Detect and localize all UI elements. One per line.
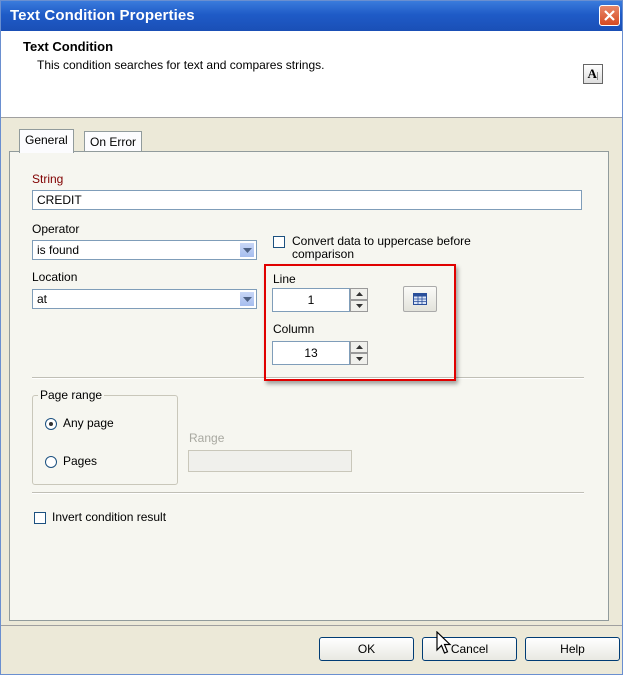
text-icon: A| — [583, 64, 603, 84]
location-value: at — [37, 292, 48, 306]
separator — [32, 492, 584, 494]
chevron-down-icon — [243, 248, 252, 253]
window-title: Text Condition Properties — [10, 7, 195, 24]
tab-general[interactable]: General — [19, 129, 74, 153]
chevron-down-icon — [243, 297, 252, 302]
pages-radio[interactable] — [45, 456, 57, 468]
any-page-radio[interactable] — [45, 418, 57, 430]
tab-on-error[interactable]: On Error — [84, 131, 143, 153]
location-dropdown-button[interactable] — [239, 291, 255, 307]
page-range-legend: Page range — [38, 388, 105, 402]
operator-dropdown-button[interactable] — [239, 242, 255, 258]
uppercase-label-line2: comparison — [292, 247, 355, 261]
ok-button[interactable]: OK — [319, 637, 414, 661]
close-button[interactable] — [599, 5, 620, 26]
footer-separator — [1, 625, 622, 626]
operator-label: Operator — [32, 222, 80, 236]
dialog-window: Text Condition Properties Text Condition… — [0, 0, 623, 675]
invert-checkbox[interactable] — [34, 512, 46, 524]
operator-value: is found — [37, 243, 80, 257]
invert-label: Invert condition result — [52, 510, 167, 524]
header-description: This condition searches for text and com… — [37, 58, 325, 72]
uppercase-label: Convert data to uppercase before compari… — [292, 235, 471, 261]
tab-panel-general: String CREDIT Operator is found Convert … — [9, 151, 609, 621]
uppercase-label-line1: Convert data to uppercase before — [292, 234, 471, 248]
mouse-cursor-icon — [436, 631, 452, 654]
close-icon — [604, 10, 615, 21]
help-button[interactable]: Help — [525, 637, 620, 661]
highlight-box — [264, 264, 456, 381]
range-label: Range — [189, 431, 225, 445]
location-label: Location — [32, 270, 78, 284]
header-title: Text Condition — [23, 39, 114, 54]
string-input[interactable]: CREDIT — [32, 190, 582, 210]
any-page-label: Any page — [63, 416, 114, 430]
page-range-group: Page range Any page Pages — [32, 388, 178, 485]
uppercase-checkbox[interactable] — [273, 236, 285, 248]
dialog-header: Text Condition This condition searches f… — [1, 31, 622, 118]
pages-label: Pages — [63, 454, 98, 468]
operator-select[interactable]: is found — [32, 240, 257, 260]
radio-selected-dot — [49, 422, 53, 426]
location-select[interactable]: at — [32, 289, 257, 309]
title-bar[interactable]: Text Condition Properties — [1, 1, 622, 31]
range-input[interactable] — [188, 450, 352, 472]
string-label: String — [32, 172, 64, 186]
